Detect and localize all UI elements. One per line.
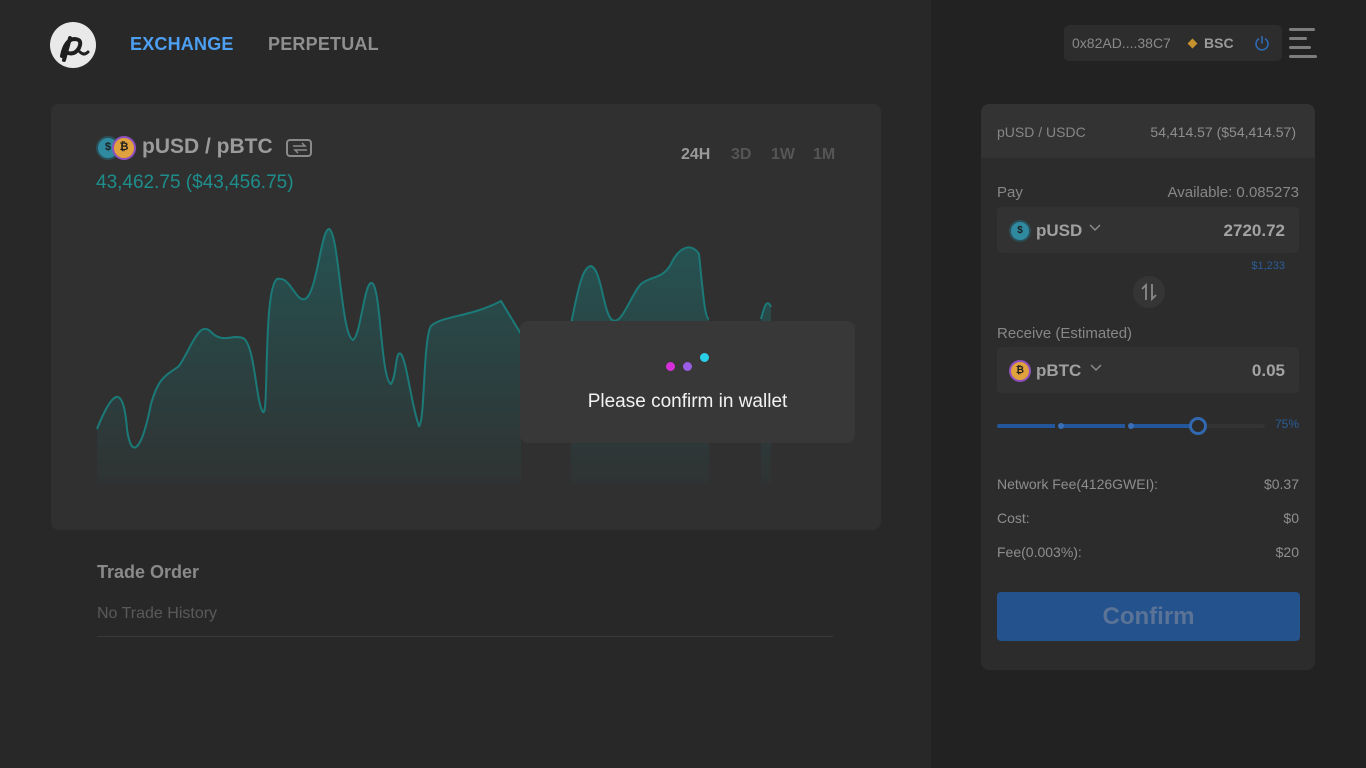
nav-perpetual[interactable]: PERPETUAL [268, 34, 379, 55]
cost-label: Cost: [997, 510, 1030, 526]
trade-order-empty: No Trade History [97, 605, 218, 622]
slider-tick-dot [1058, 423, 1064, 429]
swap-direction-button[interactable] [1133, 276, 1165, 308]
confirm-button[interactable]: Confirm [997, 592, 1300, 641]
pay-label: Pay [997, 184, 1023, 201]
logo[interactable] [50, 22, 96, 68]
nav-exchange[interactable]: EXCHANGE [130, 34, 234, 55]
pay-usd-value: $1,233 [1251, 260, 1285, 272]
loading-dot-cyan [700, 353, 709, 362]
pair-price: 43,462.75 ($43,456.75) [96, 172, 294, 193]
receive-field[interactable]: ₿ pBTC 0.05 [997, 347, 1299, 393]
network-fee-label: Network Fee(4126GWEI): [997, 476, 1159, 492]
slider-percent: 75% [1274, 417, 1299, 431]
pair-title: pUSD / pBTC [142, 135, 273, 158]
trade-order-divider [97, 636, 833, 637]
receive-amount: 0.05 [1251, 361, 1285, 380]
chevron-down-icon[interactable] [1088, 223, 1102, 233]
pair-icons: $ ₿ [96, 136, 136, 160]
swap-card: pUSD / USDC 54,414.57 ($54,414.57) Pay A… [981, 104, 1315, 670]
power-icon[interactable] [1253, 34, 1271, 52]
trade-order-title: Trade Order [97, 562, 200, 582]
modal-message: Please confirm in wallet [587, 391, 788, 412]
timeframe-24h[interactable]: 24H [681, 146, 710, 164]
slider-handle[interactable] [1189, 417, 1207, 435]
app-root: EXCHANGE PERPETUAL $ ₿ pUSD / pBTC 43,46… [0, 0, 1366, 768]
timeframe-3d[interactable]: 3D [731, 146, 751, 164]
receive-token[interactable]: pBTC [1036, 361, 1081, 381]
wallet-address: 0x82AD....38C7 [1072, 35, 1171, 51]
swap-card-header: pUSD / USDC 54,414.57 ($54,414.57) [981, 104, 1315, 158]
available-balance: Available: 0.085273 [1167, 184, 1300, 201]
loading-dot-purple [683, 362, 692, 371]
swap-pair-icon[interactable] [286, 139, 312, 157]
price-chart [96, 227, 772, 484]
chart-area [97, 229, 521, 484]
slider-fill [997, 424, 1198, 428]
receive-label: Receive (Estimated) [997, 325, 1133, 342]
network-fee-value: $0.37 [1263, 476, 1299, 492]
timeframe-1m[interactable]: 1M [813, 146, 835, 164]
pay-token[interactable]: pUSD [1036, 221, 1082, 241]
wallet-pill[interactable]: 0x82AD....38C7 BSC [1064, 25, 1282, 61]
chevron-down-icon[interactable] [1089, 363, 1103, 373]
logo-mark-icon [60, 36, 90, 62]
swap-pair: pUSD / USDC [997, 124, 1086, 140]
amount-slider[interactable] [997, 417, 1265, 435]
swap-panel: 0x82AD....38C7 BSC pUSD / USDC 54,414.57… [931, 0, 1366, 768]
price-chart-card: $ ₿ pUSD / pBTC 43,462.75 ($43,456.75) 2… [51, 104, 881, 530]
network-diamond-icon [1187, 38, 1198, 49]
confirm-wallet-modal: Please confirm in wallet [520, 321, 855, 443]
loading-dot-magenta [666, 362, 675, 371]
fee-label: Fee(0.003%): [997, 544, 1082, 560]
pay-field[interactable]: $ pUSD 2720.72 [997, 207, 1299, 253]
pbtc-coin-icon: ₿ [1009, 360, 1031, 382]
timeframe-1w[interactable]: 1W [771, 146, 795, 164]
menu-icon[interactable] [1289, 28, 1319, 58]
slider-tick-dot [1128, 423, 1134, 429]
cost-value: $0 [1283, 510, 1299, 526]
wallet-network: BSC [1204, 35, 1234, 51]
pbtc-coin-icon: ₿ [112, 136, 136, 160]
swap-rate: 54,414.57 ($54,414.57) [1150, 124, 1296, 140]
swap-arrows-icon [1141, 282, 1157, 302]
fee-value: $20 [1275, 544, 1299, 560]
pay-amount[interactable]: 2720.72 [1224, 221, 1285, 241]
pusd-coin-icon: $ [1009, 220, 1031, 242]
